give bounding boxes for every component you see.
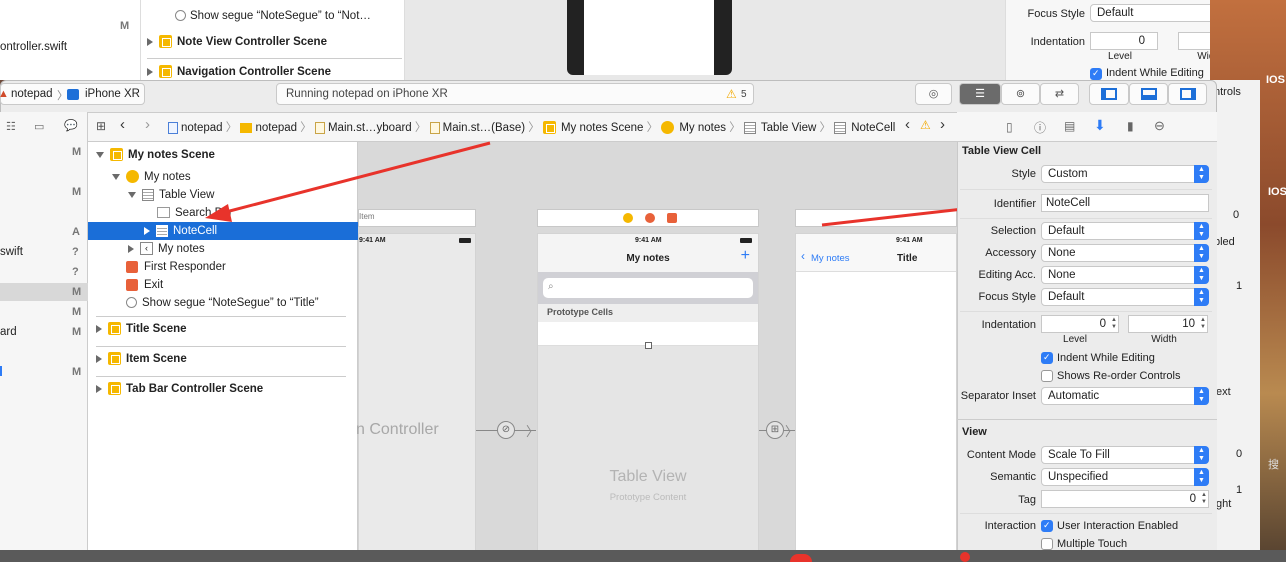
editing-acc-label: Editing Acc. bbox=[978, 269, 1036, 281]
divider bbox=[957, 419, 1217, 420]
size-inspector-icon[interactable]: ▮ bbox=[1127, 119, 1134, 133]
identifier-label: Identifier bbox=[993, 198, 1036, 210]
identity-inspector-icon[interactable]: ▤ bbox=[1064, 119, 1075, 133]
help-icon[interactable]: ⓘ bbox=[1034, 119, 1046, 136]
file-inspector-icon[interactable]: ▯ bbox=[1006, 120, 1013, 134]
user-interaction-checkbox[interactable] bbox=[1041, 520, 1053, 532]
dock bbox=[0, 550, 1286, 562]
focus-style-select[interactable]: Default ▲ ▼ bbox=[1041, 288, 1209, 306]
arrowhead-icon bbox=[205, 204, 232, 222]
accessory-select[interactable]: None ▲ ▼ bbox=[1041, 244, 1209, 262]
arrow-to-notecell bbox=[221, 141, 491, 215]
stepper-icon[interactable]: ▲ ▼ bbox=[1111, 317, 1117, 331]
shows-reorder-checkbox[interactable] bbox=[1041, 370, 1053, 382]
stepper-icon[interactable]: ▲ ▼ bbox=[1200, 317, 1206, 331]
indent-while-editing-checkbox[interactable] bbox=[1041, 352, 1053, 364]
style-label: Style bbox=[1011, 168, 1036, 180]
accessory-label: Accessory bbox=[985, 247, 1036, 259]
width-field[interactable]: 10 ▲ ▼ bbox=[1128, 315, 1208, 333]
identifier-field[interactable]: NoteCell bbox=[1041, 194, 1209, 212]
style-select[interactable]: Custom ▲ ▼ bbox=[1041, 165, 1209, 183]
user-interaction-label: User Interaction Enabled bbox=[1057, 520, 1179, 532]
width-caption: Width bbox=[1151, 334, 1177, 345]
tag-field[interactable]: 0 ▲ ▼ bbox=[1041, 490, 1209, 508]
arrow-to-identifier bbox=[821, 206, 973, 227]
semantic-select[interactable]: Unspecified ▲ ▼ bbox=[1041, 468, 1209, 486]
tag-label: Tag bbox=[1018, 494, 1036, 506]
indent-while-editing-label: Indent While Editing bbox=[1057, 352, 1155, 364]
content-mode-label: Content Mode bbox=[966, 449, 1036, 461]
dock-icon[interactable] bbox=[790, 554, 812, 562]
shows-reorder-label: Shows Re-order Controls bbox=[1057, 370, 1181, 382]
dock-icon[interactable] bbox=[960, 552, 970, 562]
level-field[interactable]: 0 ▲ ▼ bbox=[1041, 315, 1119, 333]
divider bbox=[960, 189, 1212, 190]
editing-acc-select[interactable]: None ▲ ▼ bbox=[1041, 266, 1209, 284]
focus-style-label: Focus Style bbox=[978, 291, 1036, 303]
separator-inset-select[interactable]: Automatic ▲ ▼ bbox=[1041, 387, 1209, 405]
separator-inset-label: Separator Inset bbox=[960, 390, 1036, 402]
section-view: View bbox=[962, 426, 987, 438]
divider bbox=[960, 513, 1212, 514]
divider bbox=[960, 218, 1212, 219]
level-caption: Level bbox=[1063, 334, 1087, 345]
multiple-touch-checkbox[interactable] bbox=[1041, 538, 1053, 550]
selection-label: Selection bbox=[990, 225, 1036, 237]
divider bbox=[960, 311, 1212, 312]
inspector-tabs bbox=[957, 112, 1217, 142]
attributes-inspector-icon[interactable]: ⬇ bbox=[1094, 117, 1106, 134]
semantic-label: Semantic bbox=[990, 471, 1036, 483]
selection-select[interactable]: Default ▲ ▼ bbox=[1041, 222, 1209, 240]
stepper-icon[interactable]: ▲ ▼ bbox=[1201, 492, 1207, 506]
indentation-label: Indentation bbox=[981, 319, 1036, 331]
interaction-label: Interaction bbox=[984, 520, 1036, 532]
multiple-touch-label: Multiple Touch bbox=[1057, 538, 1128, 550]
section-table-view-cell: Table View Cell bbox=[962, 145, 1042, 157]
content-mode-select[interactable]: Scale To Fill ▲ ▼ bbox=[1041, 446, 1209, 464]
connections-inspector-icon[interactable]: ⊖ bbox=[1154, 118, 1165, 134]
